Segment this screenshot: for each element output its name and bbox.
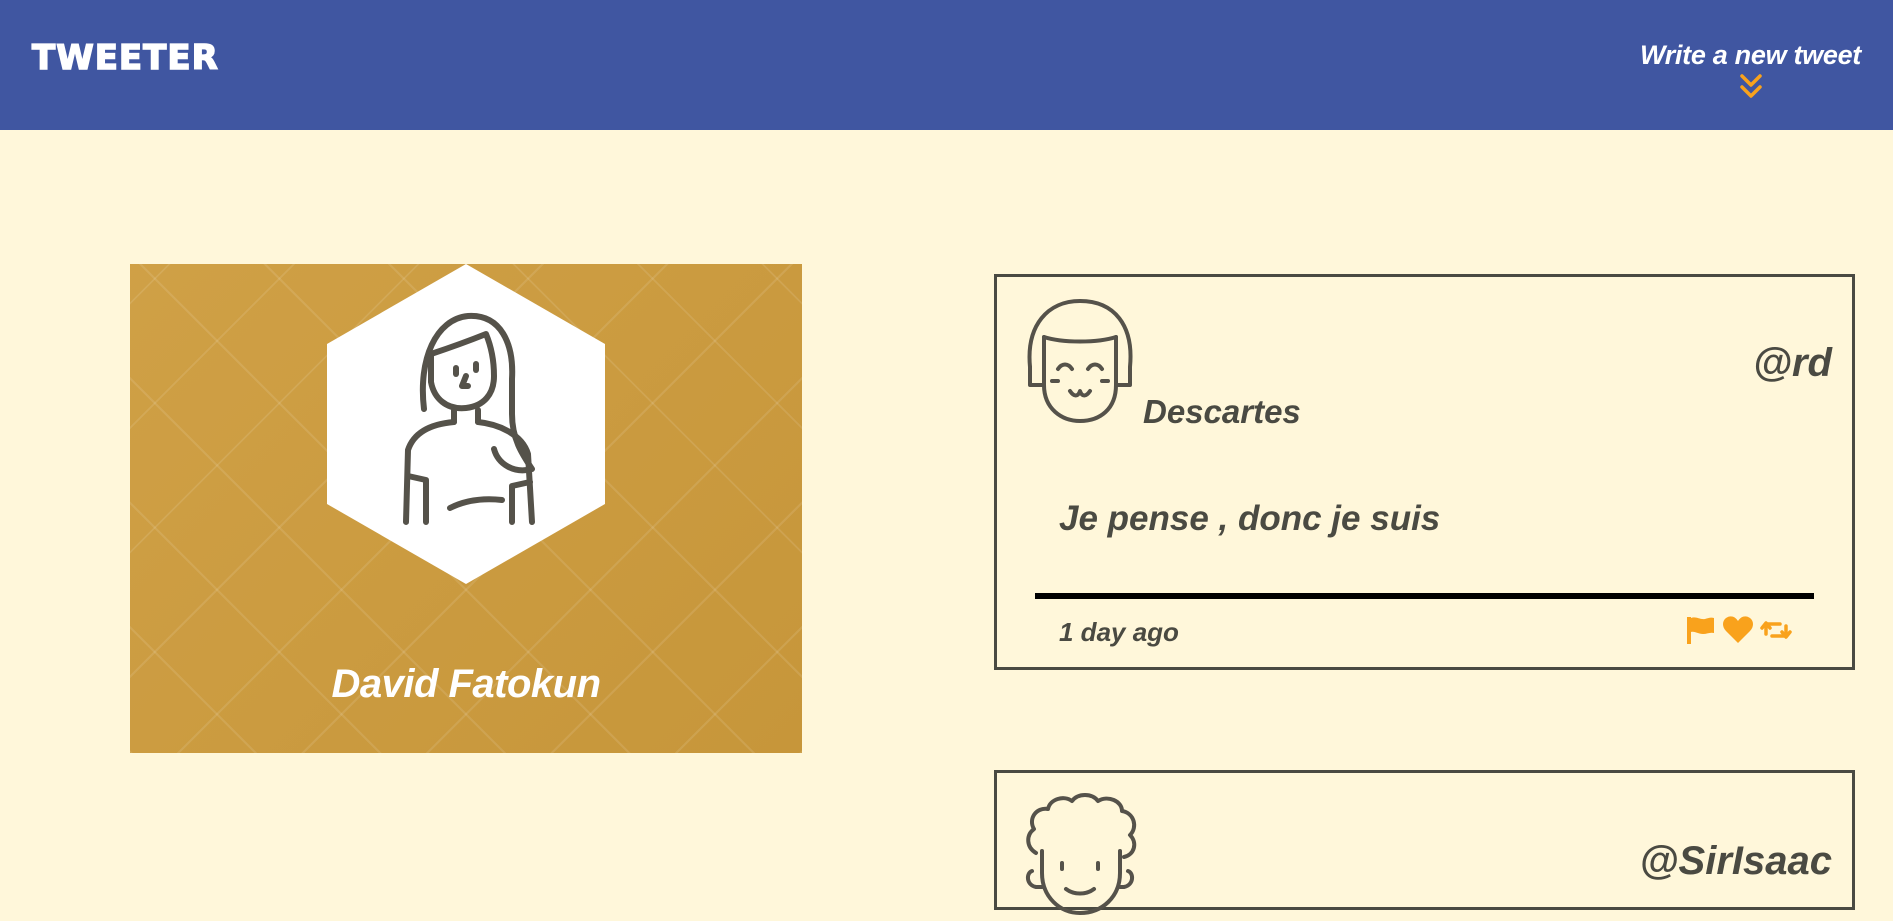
tweet-author-handle: @SirIsaac xyxy=(1639,839,1832,883)
tweet-avatar xyxy=(1025,793,1137,915)
tweet-author-handle: @rd xyxy=(1752,341,1832,385)
tweet-timestamp: 1 day ago xyxy=(1059,617,1179,647)
retweet-icon[interactable] xyxy=(1760,614,1792,646)
double-chevron-down-icon[interactable] xyxy=(1737,73,1765,101)
flag-icon[interactable] xyxy=(1684,614,1716,646)
tweet-text: Je pense , donc je suis xyxy=(1059,499,1441,538)
profile-name: David Fatokun xyxy=(331,662,601,706)
profile-card: David Fatokun xyxy=(130,264,802,753)
tweet-avatar xyxy=(1027,299,1133,423)
top-nav-bar: TWEETER Write a new tweet xyxy=(0,0,1893,130)
tweet-author-name: Descartes xyxy=(1143,393,1301,430)
compose-tweet-button[interactable]: Write a new tweet xyxy=(1640,40,1861,101)
heart-icon[interactable] xyxy=(1722,614,1754,646)
tweet-actions xyxy=(1684,614,1792,646)
tweet-divider xyxy=(1035,593,1814,599)
tweet-card: @SirIsaac xyxy=(994,770,1855,915)
profile-avatar xyxy=(327,264,605,584)
tweet-card: Descartes @rd Je pense , donc je suis 1 … xyxy=(994,274,1855,670)
app-logo[interactable]: TWEETER xyxy=(31,37,219,79)
compose-tweet-label[interactable]: Write a new tweet xyxy=(1640,40,1861,71)
